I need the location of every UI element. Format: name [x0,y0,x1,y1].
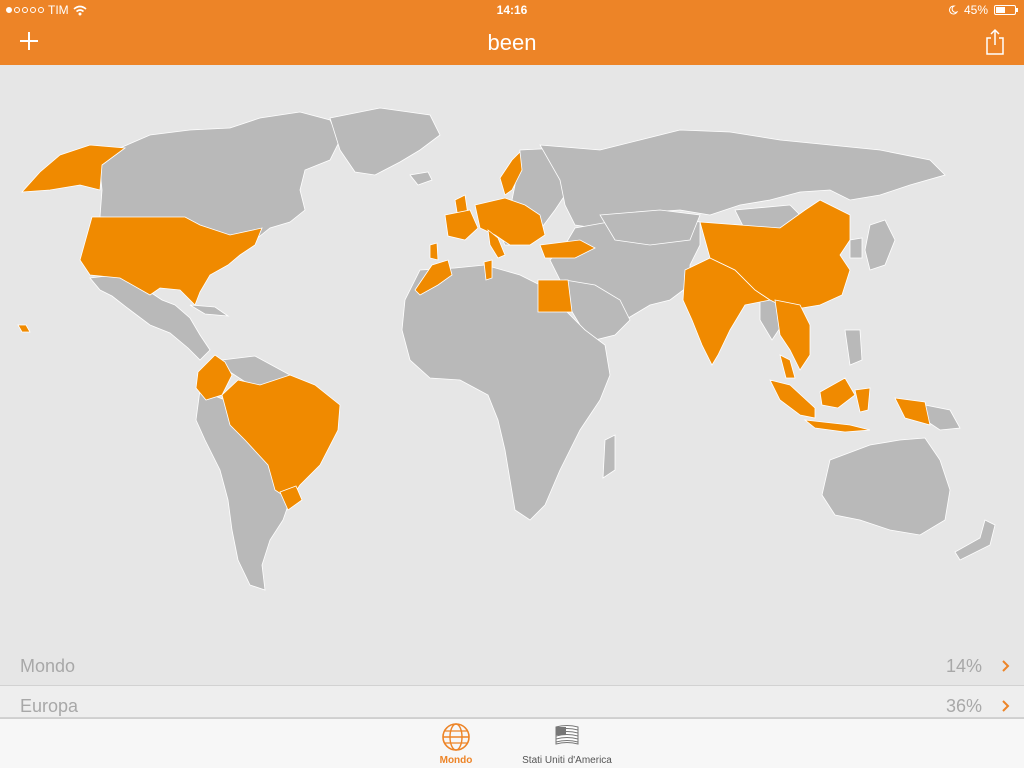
chevron-right-icon [1002,660,1010,672]
unvisited-countries [89,107,996,591]
country-malaysia[interactable] [779,354,796,379]
battery-percent: 45% [963,3,988,17]
clock: 14:16 [496,3,528,17]
chevron-right-icon [1002,700,1010,712]
globe-icon [442,723,470,751]
do-not-disturb-moon-icon [949,5,958,15]
country-kazakhstan[interactable] [599,209,701,246]
status-bar: TIM 14:16 45% [0,0,1024,20]
country-usa-hawaii[interactable] [17,324,31,333]
country-papua-new-guinea[interactable] [924,404,961,431]
country-indonesia-sumatra[interactable] [769,379,816,419]
status-right: 45% [948,3,1018,17]
country-new-zealand[interactable] [954,519,996,561]
country-southeast-asia[interactable] [774,299,811,371]
country-indonesia-java[interactable] [803,419,871,433]
us-flag-icon [555,725,579,745]
country-japan[interactable] [864,219,896,271]
country-korea[interactable] [849,237,863,259]
country-portugal[interactable] [429,242,439,261]
country-cuba[interactable] [189,304,230,317]
world-map[interactable] [0,65,1024,645]
country-indonesia-borneo[interactable] [819,377,856,409]
stat-value-world: 14% [945,656,982,676]
country-france[interactable] [444,209,479,241]
share-icon[interactable] [984,28,1006,56]
stat-row-europe[interactable]: Europa 36% [0,686,1024,718]
stat-label-europe: Europa [20,696,79,716]
tab-world[interactable]: Mondo [406,722,506,766]
tab-usa[interactable]: Stati Uniti d'America [517,722,617,766]
country-greenland[interactable] [329,107,441,176]
stat-row-world[interactable]: Mondo 14% [0,646,1024,686]
country-madagascar[interactable] [602,434,616,479]
stat-label-world: Mondo [20,656,76,676]
stat-value-europe: 36% [945,696,982,716]
country-indonesia-sulawesi[interactable] [854,387,871,413]
battery-icon [994,5,1018,15]
country-egypt[interactable] [537,279,573,313]
tab-world-label: Mondo [439,755,473,766]
country-indonesia-papua[interactable] [894,397,931,426]
tab-usa-label: Stati Uniti d'America [522,755,612,766]
country-iceland[interactable] [409,171,433,186]
app-title: been [487,30,537,55]
tab-bar: Mondo Stati Uniti d'America [0,718,1024,768]
country-philippines[interactable] [844,329,863,366]
navigation-bar: been [0,20,1024,65]
country-australia[interactable] [821,437,951,536]
